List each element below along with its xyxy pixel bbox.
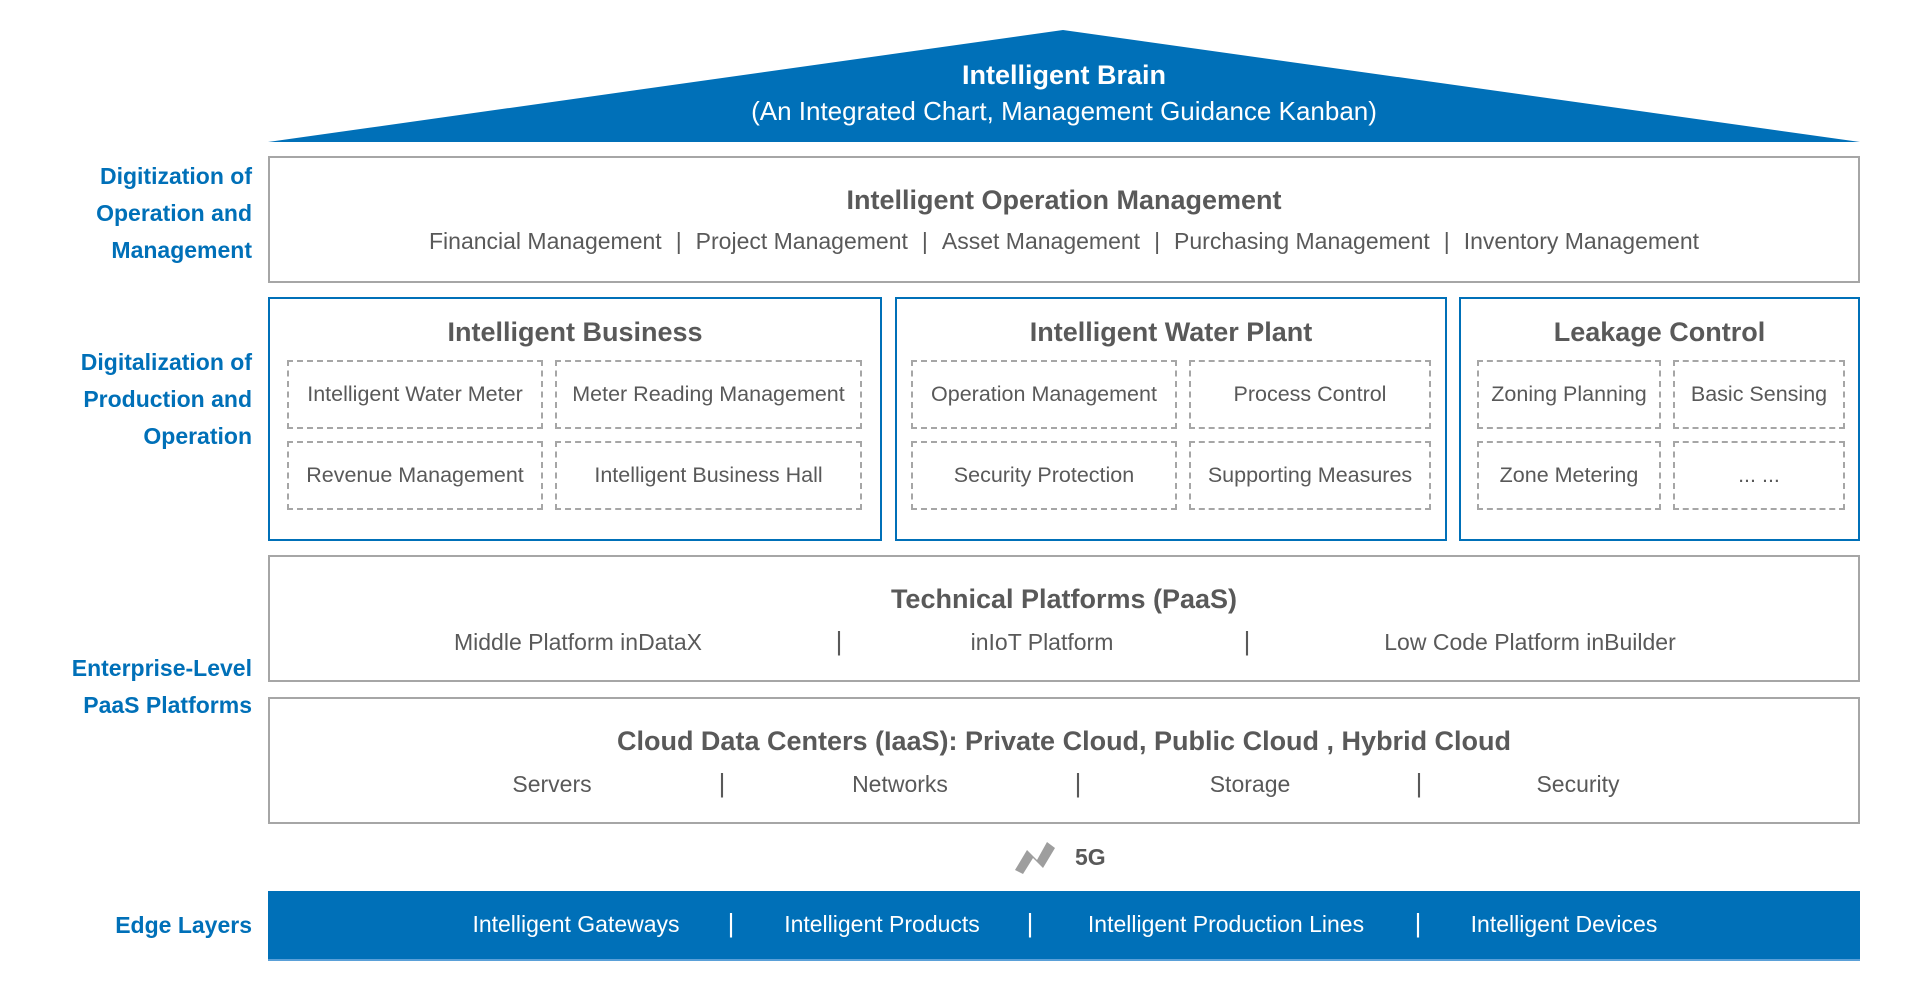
- operation-management-panel: Intelligent Operation Management Financi…: [268, 156, 1860, 283]
- cell-supporting-measures: Supporting Measures: [1189, 441, 1431, 510]
- intelligent-business-title: Intelligent Business: [447, 317, 703, 347]
- iaas-title: Cloud Data Centers (IaaS): Private Cloud…: [616, 726, 1512, 756]
- om-item-purchasing: Purchasing Management: [1174, 228, 1430, 254]
- side-label-line: PaaS Platforms: [83, 692, 252, 718]
- side-label-line: Operation and: [96, 200, 252, 226]
- edge-layer-bar: Intelligent Gateways | Intelligent Produ…: [268, 891, 1860, 961]
- iaas-panel: Cloud Data Centers (IaaS): Private Cloud…: [268, 697, 1860, 824]
- cell-operation-management: Operation Management: [911, 360, 1177, 429]
- brain-title: Intelligent Brain: [961, 60, 1167, 90]
- separator: |: [727, 908, 735, 938]
- intelligent-water-plant-title: Intelligent Water Plant: [1029, 317, 1313, 347]
- side-label-edge: Edge Layers: [115, 907, 252, 944]
- side-label-paas: Enterprise-Level PaaS Platforms: [72, 650, 252, 724]
- separator: |: [1026, 908, 1034, 938]
- paas-panel: Technical Platforms (PaaS) Middle Platfo…: [268, 555, 1860, 682]
- om-item-project: Project Management: [695, 228, 908, 254]
- separator: |: [718, 768, 726, 798]
- network-label: 5G: [1075, 844, 1106, 870]
- side-label-production-operation: Digitalization of Production and Operati…: [81, 344, 252, 455]
- separator: |: [1154, 228, 1161, 254]
- paas-title: Technical Platforms (PaaS): [890, 584, 1238, 614]
- cell-revenue-management: Revenue Management: [287, 441, 543, 510]
- cell-process-control: Process Control: [1189, 360, 1431, 429]
- edge-item-devices: Intelligent Devices: [1470, 911, 1658, 937]
- side-label-line: Enterprise-Level: [71, 655, 252, 681]
- edge-item-products: Intelligent Products: [784, 911, 980, 937]
- operation-management-title: Intelligent Operation Management: [846, 185, 1282, 215]
- separator: |: [1443, 228, 1450, 254]
- side-label-line: Management: [111, 237, 252, 263]
- cell-zoning-planning: Zoning Planning: [1477, 360, 1661, 429]
- cell-meter-reading-management: Meter Reading Management: [555, 360, 862, 429]
- edge-item-production-lines: Intelligent Production Lines: [1087, 911, 1365, 937]
- iaas-item-networks: Networks: [852, 771, 948, 797]
- cell-basic-sensing: Basic Sensing: [1673, 360, 1845, 429]
- separator: |: [1243, 626, 1251, 656]
- cell-intelligent-business-hall: Intelligent Business Hall: [555, 441, 862, 510]
- intelligent-water-plant-panel: Intelligent Water Plant Operation Manage…: [895, 297, 1447, 541]
- iaas-item-storage: Storage: [1209, 771, 1291, 797]
- network-5g: 5G: [1013, 838, 1133, 878]
- operation-management-items: Financial Management | Project Managemen…: [270, 228, 1858, 255]
- om-item-financial: Financial Management: [429, 228, 662, 254]
- side-label-operation-management: Digitization of Operation and Management: [96, 158, 252, 269]
- side-label-line: Production and: [83, 386, 252, 412]
- cell-zone-metering: Zone Metering: [1477, 441, 1661, 510]
- 5g-signal-icon: [1015, 842, 1055, 874]
- paas-item-inbuilder: Low Code Platform inBuilder: [1384, 629, 1676, 655]
- side-label-line: Operation: [143, 423, 252, 449]
- leakage-control-title: Leakage Control: [1553, 317, 1766, 347]
- side-label-line: Digitization of: [99, 163, 252, 189]
- om-item-asset: Asset Management: [941, 228, 1141, 254]
- edge-item-gateways: Intelligent Gateways: [472, 911, 680, 937]
- cell-security-protection: Security Protection: [911, 441, 1177, 510]
- cell-more: ... ...: [1673, 441, 1845, 510]
- separator: |: [1414, 908, 1422, 938]
- intelligent-business-panel: Intelligent Business Intelligent Water M…: [268, 297, 882, 541]
- separator: |: [921, 228, 928, 254]
- side-label-line: Edge Layers: [115, 912, 252, 938]
- cell-intelligent-water-meter: Intelligent Water Meter: [287, 360, 543, 429]
- intelligent-brain-roof: Intelligent Brain (An Integrated Chart, …: [268, 30, 1860, 142]
- separator: |: [675, 228, 682, 254]
- side-label-line: Digitalization of: [80, 349, 252, 375]
- om-item-inventory: Inventory Management: [1463, 228, 1699, 254]
- paas-item-iniot: inIoT Platform: [970, 629, 1114, 655]
- iaas-item-security: Security: [1536, 771, 1620, 797]
- separator: |: [1074, 768, 1082, 798]
- brain-subtitle: (An Integrated Chart, Management Guidanc…: [751, 96, 1377, 126]
- iaas-item-servers: Servers: [512, 771, 592, 797]
- leakage-control-panel: Leakage Control Zoning Planning Basic Se…: [1459, 297, 1860, 541]
- separator: |: [835, 626, 843, 656]
- paas-item-indatax: Middle Platform inDataX: [454, 629, 702, 655]
- separator: |: [1415, 768, 1423, 798]
